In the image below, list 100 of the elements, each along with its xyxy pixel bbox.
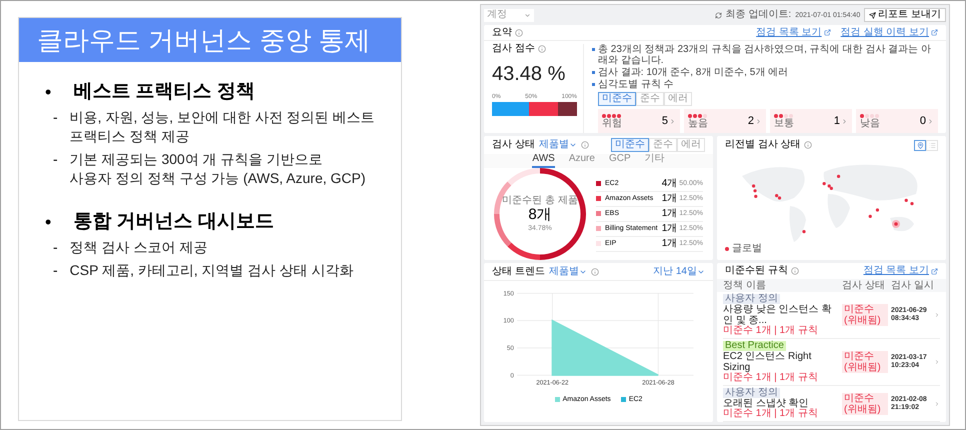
summary-note: 검사 결과: 10개 준수, 8개 미준수, 5개 에러: [598, 67, 788, 78]
card-title: 미준수된 규칙: [725, 266, 788, 276]
cloud-tab[interactable]: 기타: [644, 154, 665, 168]
summary-note: 총 23개의 정책과 23개의 규칙을 검사하였으며, 규칙에 대한 검사 결과는 아래와 같습니다.: [598, 44, 932, 66]
list-icon: [928, 142, 936, 148]
caret-icon: [524, 12, 531, 18]
column-header: 검사 상태: [842, 280, 886, 290]
chevron-right-icon: [934, 312, 940, 318]
dash-marker: -: [53, 260, 58, 280]
chevron-right-icon: [669, 118, 676, 124]
card-title: 리전별 검사 상태: [725, 140, 801, 150]
column-header: 정책 이름: [723, 280, 767, 290]
severity-count: 2: [748, 116, 754, 126]
section-heading: 통합 거버넌스 대시보드: [73, 210, 274, 234]
dash-marker: -: [53, 108, 58, 127]
filter-tab[interactable]: 미준수: [611, 138, 649, 152]
rule-tag: Best Practice: [723, 341, 786, 351]
rule-detail: 미준수 1개 | 1개 규칙: [723, 373, 818, 383]
rule-name: 사용량 낮은 인스턴스 확인 및 종...: [723, 304, 832, 326]
legend-count: 4개: [662, 178, 678, 188]
bullet-text: 비용, 자원, 성능, 보안에 대한 사전 정의된 베스트 프랙티스 정책 제공: [70, 108, 375, 146]
donut-center-label: 미준수된 총 제품: [502, 196, 578, 206]
cloud-tab[interactable]: GCP: [608, 154, 631, 168]
card-title: 요약: [492, 28, 512, 38]
info-icon: [580, 141, 589, 149]
info-icon: [590, 268, 599, 276]
bullet-text: 정책 검사 스코어 제공: [70, 238, 208, 256]
section-heading: 베스트 프랙티스 정책: [73, 80, 255, 104]
note-bullet-icon: [592, 48, 595, 51]
chevron-right-icon: [934, 359, 940, 365]
card-title: 검사 상태: [492, 140, 535, 150]
filter-tab[interactable]: 미준수: [598, 92, 636, 106]
legend-count: 1개: [662, 194, 678, 204]
period-dropdown[interactable]: 지난 14일: [653, 266, 705, 276]
info-icon: [790, 267, 799, 275]
dash-marker: -: [53, 238, 58, 256]
cloud-tab[interactable]: Azure: [568, 154, 595, 168]
filter-tab[interactable]: 준수: [649, 138, 677, 152]
donut-center-count: 8개: [528, 206, 552, 225]
score-value: 43.48 %: [492, 64, 566, 84]
chevron-right-icon: [755, 118, 762, 124]
severity-label: 보통: [774, 118, 794, 128]
severity-label: 높음: [688, 118, 708, 128]
info-icon: [538, 45, 546, 53]
rule-tag: 사용자 정의: [723, 388, 780, 398]
legend-count: 1개: [662, 224, 678, 234]
note-bullet-icon: [592, 71, 595, 74]
dash-marker: -: [53, 150, 58, 169]
severity-card[interactable]: 보통 1: [770, 109, 852, 133]
updated-label: 최종 업데이트:: [726, 10, 792, 20]
chevron-right-icon: [841, 118, 848, 124]
caret-icon: [568, 141, 577, 149]
external-link-icon: [931, 268, 938, 274]
external-link-icon: [824, 29, 831, 36]
legend-count: 1개: [662, 238, 678, 248]
slide-title: 클라우드 거버넌스 중앙 통제: [37, 27, 371, 53]
filter-tab[interactable]: 준수: [636, 92, 664, 106]
map-pin-icon: [916, 142, 924, 148]
rule-detail: 미준수 1개 | 1개 규칙: [723, 409, 818, 419]
filter-tab[interactable]: 에러: [677, 138, 705, 152]
severity-count: 1: [834, 116, 840, 126]
severity-card[interactable]: 높음 2: [684, 109, 766, 133]
group-dropdown[interactable]: 제품별: [538, 140, 577, 150]
bullet-marker: •: [45, 212, 52, 231]
severity-label: 위험: [602, 118, 622, 128]
status-badge: 미준수 (위배됨): [842, 304, 888, 326]
severity-card[interactable]: 위험 5: [598, 109, 680, 133]
card-title: 상태 트렌드: [492, 266, 545, 276]
rule-name: EC2 인스턴스 Right Sizing: [723, 351, 812, 373]
note-bullet-icon: [592, 83, 595, 86]
bullet-marker: •: [45, 82, 52, 101]
summary-note: 심각도별 규칙 수: [598, 79, 674, 90]
chevron-right-icon: [934, 400, 940, 406]
column-header: 검사 일시: [891, 280, 931, 290]
filter-tab[interactable]: 에러: [664, 92, 692, 106]
report-button[interactable]: 리포트 보내기: [864, 8, 946, 22]
group-dropdown[interactable]: 제품별: [548, 266, 587, 276]
external-link-icon: [931, 29, 938, 36]
map-view-button[interactable]: [914, 140, 926, 150]
rule-detail: 미준수 1개 | 1개 규칙: [723, 326, 818, 336]
severity-count: 5: [662, 116, 668, 126]
rule-tag: 사용자 정의: [723, 294, 780, 304]
bullet-text: CSP 제품, 카테고리, 지역별 검사 상태 시각화: [70, 260, 354, 280]
info-icon: [515, 28, 523, 36]
chevron-right-icon: [927, 118, 934, 124]
account-select[interactable]: 계정: [484, 8, 534, 22]
refresh-icon: [714, 12, 722, 18]
summary-link[interactable]: 점검 목록 보기: [756, 28, 831, 38]
legend-count: 1개: [662, 208, 678, 218]
summary-link[interactable]: 점검 실행 이력 보기: [840, 28, 938, 38]
rules-link[interactable]: 점검 목록 보기: [863, 266, 938, 276]
severity-label: 낮음: [860, 118, 880, 128]
status-badge: 미준수 (위배됨): [842, 392, 888, 414]
severity-count: 0: [920, 116, 926, 126]
legend-label: 글로벌: [732, 244, 762, 254]
status-badge: 미준수 (위배됨): [842, 351, 888, 373]
rule-name: 오래된 스냅샷 확인: [723, 398, 809, 409]
severity-card[interactable]: 낮음 0: [856, 109, 938, 133]
info-icon: [804, 141, 812, 149]
send-icon: [869, 12, 876, 18]
